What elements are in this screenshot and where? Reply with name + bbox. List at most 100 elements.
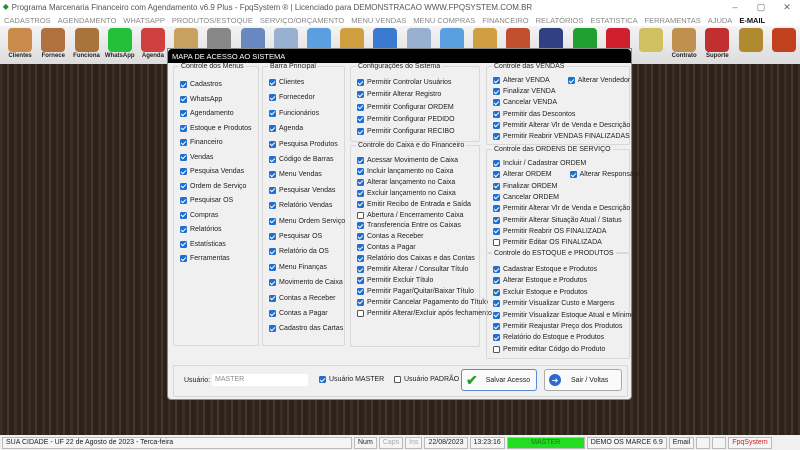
menu-item[interactable]: FINANCEIRO (482, 16, 528, 25)
permission-checkbox[interactable]: Estatísticas (180, 240, 226, 248)
permission-checkbox[interactable]: Alterar Responsável (569, 171, 643, 179)
permission-checkbox[interactable]: Incluir lançamento no Caixa (357, 167, 453, 175)
toolbar-button[interactable]: WhatsApp (104, 28, 136, 62)
menu-item[interactable]: RELATÓRIOS (536, 16, 584, 25)
menu-item[interactable]: PRODUTOS/ESTOQUE (172, 16, 253, 25)
permission-checkbox[interactable]: Cadastro das Cartas (269, 325, 343, 333)
permission-checkbox[interactable]: Fornecedor (269, 94, 315, 102)
permission-checkbox[interactable]: Alterar VENDA (493, 77, 550, 84)
permission-checkbox[interactable]: Permitir Configurar ORDEM (357, 103, 454, 111)
menu-item[interactable]: MENU VENDAS (351, 16, 406, 25)
permission-checkbox[interactable]: Pesquisar OS (180, 197, 233, 204)
permission-checkbox[interactable]: Ordem de Serviço (180, 182, 246, 190)
permission-checkbox[interactable]: Permitir Reabrir OS FINALIZADA (493, 227, 606, 235)
permission-checkbox[interactable]: Finalizar VENDA (493, 88, 556, 96)
permission-checkbox[interactable]: Relatório da OS (269, 248, 329, 256)
permission-checkbox[interactable]: Permitir Visualizar Estoque Atual e Míni… (493, 311, 635, 319)
permission-checkbox[interactable]: Permitir Excluir Título (357, 276, 433, 284)
permission-checkbox[interactable]: Alterar lançamento no Caixa (357, 178, 455, 186)
permission-checkbox[interactable]: Permitir Reabrir VENDAS FINALIZADAS (493, 133, 630, 140)
permission-checkbox[interactable]: Permitir Controlar Usuários (357, 79, 451, 86)
menu-item[interactable]: FERRAMENTAS (645, 16, 701, 25)
permission-checkbox[interactable]: Pesquisar OS (269, 233, 322, 240)
permission-checkbox[interactable]: Permitir Configurar PEDIDO (357, 115, 455, 123)
menu-item[interactable]: SERVIÇO/ORÇAMENTO (260, 16, 344, 25)
permission-checkbox[interactable]: Emitir Recibo de Entrada e Saída (357, 200, 471, 208)
permission-checkbox[interactable]: WhatsApp (180, 95, 222, 103)
permission-checkbox[interactable]: Funcionários (269, 109, 319, 117)
permission-checkbox[interactable]: Permitir Configurar RECIBO (357, 128, 455, 136)
menu-item[interactable]: WHATSAPP (123, 16, 165, 25)
default-user-checkbox[interactable]: Usuário PADRÃO (394, 376, 459, 383)
permission-checkbox[interactable]: Relatórios (180, 226, 222, 233)
permission-checkbox[interactable]: Pesquisa Vendas (180, 168, 244, 175)
permission-checkbox[interactable]: Incluir / Cadastrar ORDEM (493, 160, 586, 167)
calculator-icon[interactable] (712, 436, 727, 449)
toolbar-button[interactable] (734, 28, 766, 62)
close-button[interactable]: ✕ (774, 2, 800, 13)
permission-checkbox[interactable]: Relatório Vendas (269, 202, 332, 210)
permission-checkbox[interactable]: Código de Barras (269, 156, 333, 163)
permission-checkbox[interactable]: Permitir Cancelar Pagamento do Título (357, 298, 488, 306)
menu-item[interactable]: AJUDA (708, 16, 733, 25)
permission-checkbox[interactable]: Clientes (269, 79, 304, 86)
permission-checkbox[interactable]: Menu Ordem Serviço (269, 217, 345, 225)
permission-checkbox[interactable]: Cadastros (180, 81, 222, 88)
permission-checkbox[interactable]: Agendamento (180, 110, 234, 117)
permission-checkbox[interactable]: Contas a Receber (269, 294, 335, 302)
permission-checkbox[interactable]: Permitir Pagar/Quitar/Baixar Título (357, 287, 474, 295)
permission-checkbox[interactable]: Movimento de Caixa (269, 279, 343, 287)
minimize-button[interactable]: – (722, 2, 748, 13)
toolbar-button[interactable] (768, 28, 800, 62)
permission-checkbox[interactable]: Compras (180, 211, 218, 219)
toolbar-button[interactable]: Funciona (70, 28, 102, 62)
status-brand[interactable]: FpqSystem (728, 436, 772, 449)
permission-checkbox[interactable]: Relatório dos Caixas e das Contas (357, 255, 475, 263)
permission-checkbox[interactable]: Financeiro (180, 139, 223, 146)
menu-item[interactable]: AGENDAMENTO (58, 16, 117, 25)
permission-checkbox[interactable]: Cadastrar Estoque e Produtos (493, 266, 597, 273)
permission-checkbox[interactable]: Cancelar VENDA (493, 99, 557, 107)
permission-checkbox[interactable]: Contas a Pagar (269, 310, 328, 317)
menu-item[interactable]: MENU COMPRAS (413, 16, 475, 25)
toolbar-button[interactable]: Fornece (37, 28, 69, 62)
toolbar-button[interactable]: Suporte (701, 28, 733, 62)
permission-checkbox[interactable]: Cancelar ORDEM (493, 193, 559, 201)
user-input[interactable]: MASTER (212, 374, 308, 386)
status-email[interactable]: Email (668, 436, 695, 449)
toolbar-button[interactable] (635, 28, 667, 62)
permission-checkbox[interactable]: Contas a Pagar (357, 244, 416, 252)
permission-checkbox[interactable]: Permitir Visualizar Custo e Margens (493, 300, 615, 308)
master-user-checkbox[interactable]: Usuário MASTER (319, 376, 384, 383)
menu-item[interactable]: E-MAIL (739, 16, 765, 25)
permission-checkbox[interactable]: Alterar Estoque e Produtos (493, 277, 587, 285)
toolbar-button[interactable]: Contrato (668, 28, 700, 62)
permission-checkbox[interactable]: Pesquisa Produtos (269, 140, 338, 148)
permission-checkbox[interactable]: Ferramentas (180, 255, 230, 262)
permission-checkbox[interactable]: Permitir Reajustar Preço dos Produtos (493, 323, 622, 330)
permission-checkbox[interactable]: Vendas (180, 153, 213, 161)
toolbar-button[interactable]: Clientes (4, 28, 36, 62)
permission-checkbox[interactable]: Excluir Estoque e Produtos (493, 288, 587, 296)
permission-checkbox[interactable]: Finalizar ORDEM (493, 182, 557, 190)
maximize-button[interactable]: ▢ (748, 2, 774, 13)
permission-checkbox[interactable]: Permitir das Descontos (493, 110, 575, 118)
permission-checkbox[interactable]: Permitir Editar OS FINALIZADA (493, 239, 602, 247)
permission-checkbox[interactable]: Estoque e Produtos (180, 124, 252, 132)
menu-item[interactable]: ESTATISTICA (590, 16, 637, 25)
permission-checkbox[interactable]: Menu Vendas (269, 171, 322, 179)
permission-checkbox[interactable]: Excluir lançamento no Caixa (357, 189, 456, 197)
permission-checkbox[interactable]: Permitir Alterar/Excluir após fechamento (357, 309, 492, 317)
permission-checkbox[interactable]: Contas a Receber (357, 233, 423, 241)
save-access-button[interactable]: ✔ Salvar Acesso (461, 369, 537, 391)
toolbar-button[interactable]: Agenda (137, 28, 169, 62)
permission-checkbox[interactable]: Menu Finanças (269, 263, 327, 271)
permission-checkbox[interactable]: Permitir Alterar Situação Atual / Status (493, 216, 622, 224)
permission-checkbox[interactable]: Abertura / Encerramento Caixa (357, 211, 464, 219)
permission-checkbox[interactable]: Alterar Vendedor (567, 77, 630, 84)
permission-checkbox[interactable]: Permitir Alterar / Consultar Título (357, 266, 468, 273)
permission-checkbox[interactable]: Transferencia Entre os Caixas (357, 222, 461, 230)
permission-checkbox[interactable]: Alterar ORDEM (493, 171, 552, 179)
permission-checkbox[interactable]: Agenda (269, 125, 303, 133)
permission-checkbox[interactable]: Pesquisar Vendas (269, 186, 335, 194)
